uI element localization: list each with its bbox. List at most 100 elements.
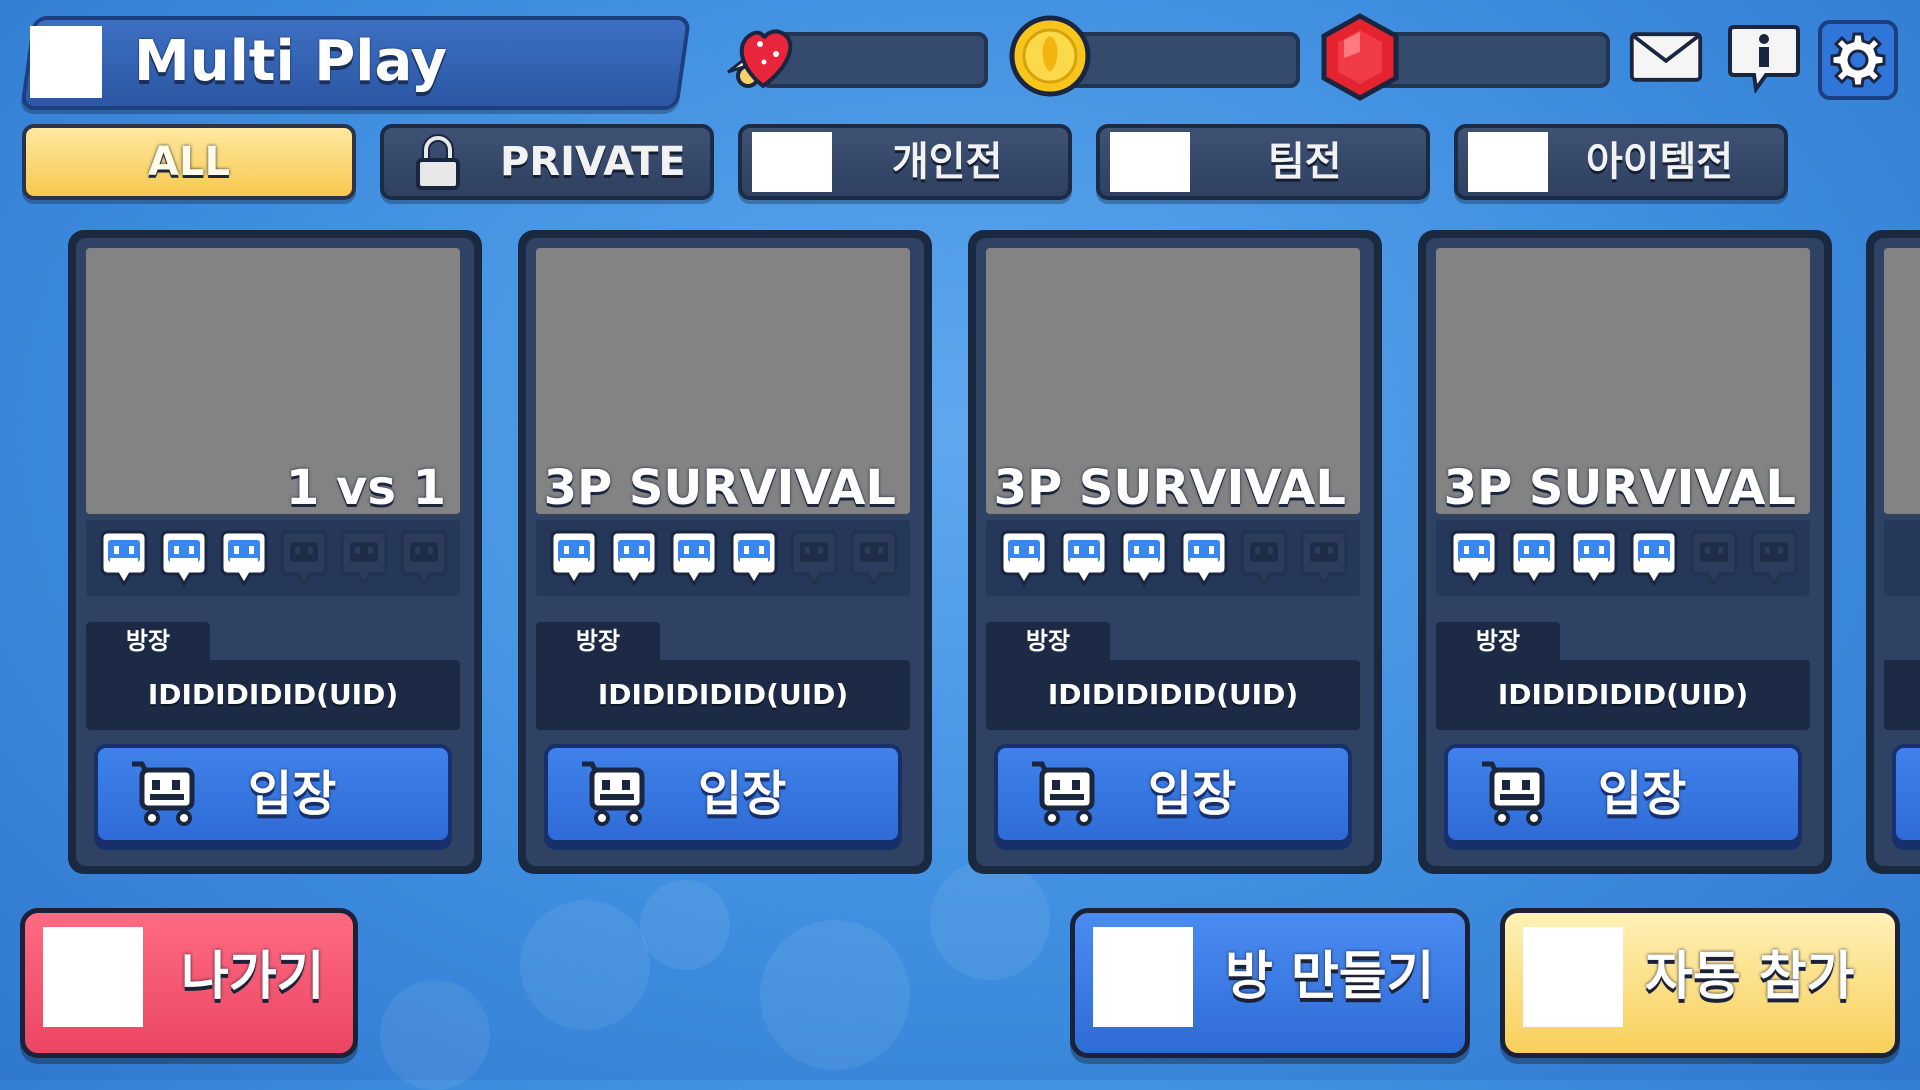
player-slot-filled (996, 528, 1052, 588)
robot-avatar-icon (1176, 530, 1232, 596)
player-slot-filled (1566, 528, 1622, 588)
tab-private[interactable]: PRIVATE (380, 124, 714, 200)
room-card-partial (1866, 230, 1920, 874)
tab-team[interactable]: 팀전 (1096, 124, 1430, 200)
auto-join-button[interactable]: 자동 참가 (1500, 908, 1900, 1058)
mail-button[interactable] (1628, 20, 1704, 94)
robot-avatar-icon (666, 530, 722, 596)
mode-icon (30, 26, 102, 98)
resource-gold-coin (1009, 15, 1302, 97)
player-slot-filled (216, 528, 272, 588)
player-slot-empty (1296, 528, 1352, 588)
robot-avatar-icon (1446, 530, 1502, 596)
robot-avatar-icon (1236, 530, 1292, 596)
info-icon (1728, 25, 1800, 93)
background-decoration (930, 860, 1050, 980)
room-card-body (1874, 238, 1920, 866)
enter-button[interactable]: 입장 (94, 744, 452, 844)
create-room-icon (1093, 927, 1193, 1027)
resource-heart-key (720, 26, 995, 89)
room-mode: 3P SURVIVAL (993, 460, 1346, 516)
owner-row (1884, 660, 1920, 730)
gear-icon (1830, 32, 1886, 88)
robot-avatar-icon (216, 530, 272, 596)
player-slot-filled (1506, 528, 1562, 588)
create-room-button[interactable]: 방 만들기 (1070, 908, 1470, 1058)
player-slot-filled (1446, 528, 1502, 588)
owner-tag: 방장 (86, 622, 210, 660)
player-slots (1436, 520, 1810, 596)
tab-label: 개인전 (892, 139, 1003, 185)
player-slots (986, 520, 1360, 596)
robot-avatar-icon (1626, 530, 1682, 596)
resource-ruby-gem (1321, 13, 1612, 101)
player-slot-filled (606, 528, 662, 588)
robot-avatar-icon (726, 530, 782, 596)
settings-button[interactable] (1818, 20, 1898, 100)
cart-icon (578, 758, 654, 828)
room-card[interactable]: 3P SURVIVAL 방장 IDIDIDIDID(UID) 입장 (1418, 230, 1832, 874)
player-slot-empty (1236, 528, 1292, 588)
robot-avatar-icon (336, 530, 392, 596)
auto-join-label: 자동 참가 (1645, 947, 1855, 1007)
player-slots (1884, 520, 1920, 596)
player-slot-empty (846, 528, 902, 588)
player-slot-empty (1746, 528, 1802, 588)
page-title: Multi Play (134, 29, 448, 94)
tab-label: 팀전 (1268, 139, 1342, 185)
player-slot-filled (1176, 528, 1232, 588)
cart-icon (1028, 758, 1104, 828)
player-slot-empty (1686, 528, 1742, 588)
player-slot-empty (276, 528, 332, 588)
background-decoration (760, 920, 910, 1070)
room-card-body: 3P SURVIVAL 방장 IDIDIDIDID(UID) 입장 (1426, 238, 1824, 866)
tab-label: PRIVATE (500, 139, 686, 185)
exit-button[interactable]: 나가기 (20, 908, 358, 1058)
exit-label: 나가기 (181, 947, 325, 1007)
enter-button[interactable] (1892, 744, 1920, 844)
background-decoration (380, 980, 490, 1090)
room-thumbnail (1884, 248, 1920, 514)
owner-tag: 방장 (1436, 622, 1560, 660)
owner-id: IDIDIDIDID(UID) (86, 660, 460, 730)
robot-avatar-icon (846, 530, 902, 596)
auto-join-icon (1523, 927, 1623, 1027)
player-slot-empty (786, 528, 842, 588)
tab-label: ALL (148, 139, 230, 185)
tab-label: 아이템전 (1586, 139, 1734, 185)
tab-all[interactable]: ALL (22, 124, 356, 200)
room-mode: 3P SURVIVAL (1443, 460, 1796, 516)
background-decoration (520, 900, 650, 1030)
owner-id: IDIDIDIDID(UID) (1436, 660, 1810, 730)
tab-icon (1110, 132, 1190, 192)
player-slots (86, 520, 460, 596)
heart-key-icon (727, 29, 793, 89)
room-card[interactable]: 3P SURVIVAL 방장 IDIDIDIDID(UID) 입장 (968, 230, 1382, 874)
robot-avatar-icon (786, 530, 842, 596)
player-slot-empty (396, 528, 452, 588)
enter-button[interactable]: 입장 (1444, 744, 1802, 844)
enter-button[interactable]: 입장 (544, 744, 902, 844)
robot-avatar-icon (396, 530, 452, 596)
room-card[interactable]: 1 vs 1 방장 IDIDIDIDID(UID) 입장 (68, 230, 482, 874)
enter-button[interactable]: 입장 (994, 744, 1352, 844)
owner-tag: 방장 (536, 622, 660, 660)
player-slot-filled (96, 528, 152, 588)
room-mode: 1 vs 1 (285, 460, 446, 516)
tab-item[interactable]: 아이템전 (1454, 124, 1788, 200)
robot-avatar-icon (606, 530, 662, 596)
player-slot-filled (666, 528, 722, 588)
robot-avatar-icon (1506, 530, 1562, 596)
robot-avatar-icon (996, 530, 1052, 596)
robot-avatar-icon (1686, 530, 1742, 596)
tab-solo[interactable]: 개인전 (738, 124, 1072, 200)
lock-icon (416, 134, 460, 190)
room-card-body: 1 vs 1 방장 IDIDIDIDID(UID) 입장 (76, 238, 474, 866)
tab-icon (1468, 132, 1548, 192)
robot-avatar-icon (1566, 530, 1622, 596)
create-room-label: 방 만들기 (1225, 947, 1435, 1007)
room-card-body: 3P SURVIVAL 방장 IDIDIDIDID(UID) 입장 (526, 238, 924, 866)
player-slot-filled (726, 528, 782, 588)
room-card[interactable]: 3P SURVIVAL 방장 IDIDIDIDID(UID) 입장 (518, 230, 932, 874)
info-button[interactable] (1726, 20, 1802, 94)
